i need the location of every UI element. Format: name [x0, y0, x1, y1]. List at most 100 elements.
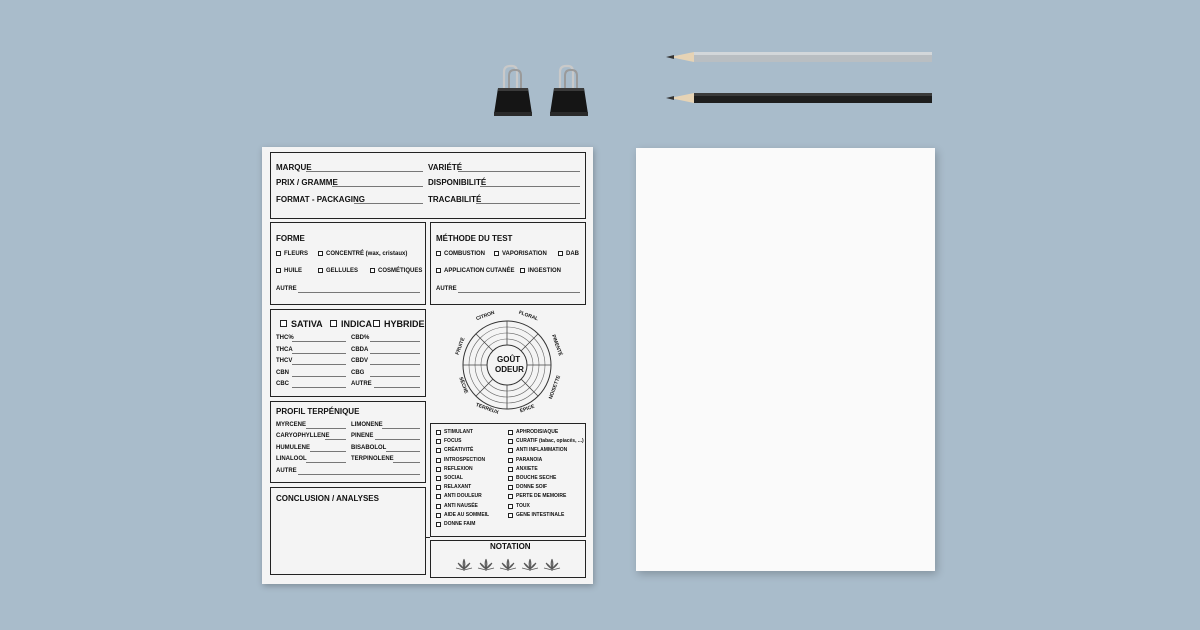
- effect-right-label-1: CURATIF (tabac, opiacés, ...): [516, 438, 584, 445]
- effect-right-checkbox-5[interactable]: [508, 476, 513, 481]
- wheel-center-gout: GOÛT: [497, 355, 521, 364]
- effect-left-checkbox-1[interactable]: [436, 439, 441, 445]
- forme-autre-line[interactable]: [298, 292, 420, 293]
- effect-left-checkbox-5[interactable]: [436, 476, 441, 481]
- effect-right-label-0: APHRODISIAQUE: [516, 429, 559, 435]
- format-line[interactable]: [354, 203, 423, 204]
- myrcene-label: MYRCENE: [276, 422, 307, 428]
- ingestion-label: INGESTION: [528, 268, 562, 274]
- cannabis-leaf-icon[interactable]: [477, 557, 495, 573]
- cbd-line[interactable]: [370, 341, 420, 342]
- effect-left-label-0: STIMULANT: [444, 429, 473, 435]
- linalool-line[interactable]: [306, 462, 346, 463]
- effect-right-checkbox-1[interactable]: [508, 439, 513, 445]
- effect-right-label-9: GENE INTESTINALE: [516, 511, 565, 518]
- dab-checkbox[interactable]: [558, 251, 563, 256]
- binder-clip-left: [490, 64, 536, 123]
- effect-left-checkbox-6[interactable]: [436, 485, 441, 491]
- terpene-autre-line[interactable]: [298, 474, 420, 475]
- limonene-line[interactable]: [382, 428, 420, 429]
- application-checkbox[interactable]: [436, 268, 441, 273]
- caryophyllene-label: CARYOPHYLLENE: [276, 433, 330, 439]
- effect-left-checkbox-7[interactable]: [436, 494, 441, 500]
- effect-right-checkbox-7[interactable]: [508, 494, 513, 500]
- effect-right-checkbox-3[interactable]: [508, 457, 513, 463]
- tracabilite-label: TRACABILITÉ: [428, 195, 482, 204]
- effect-left-checkbox-9[interactable]: [436, 512, 441, 518]
- wheel-center-odeur: ODEUR: [495, 365, 524, 374]
- thcv-label: THCV: [276, 358, 293, 364]
- cannabis-leaf-icon[interactable]: [521, 557, 539, 573]
- section-connector: [426, 537, 430, 539]
- gellules-checkbox[interactable]: [318, 268, 323, 273]
- cbda-line[interactable]: [370, 353, 420, 354]
- caryophyllene-line[interactable]: [325, 439, 346, 440]
- effect-left-checkbox-3[interactable]: [436, 457, 441, 463]
- blank-notebook: [636, 148, 935, 571]
- hybride-checkbox[interactable]: [373, 320, 380, 327]
- ingestion-checkbox[interactable]: [520, 268, 525, 273]
- effect-right-label-4: ANXIETE: [516, 465, 538, 472]
- effect-left-checkbox-10[interactable]: [436, 522, 441, 527]
- cannabis-leaf-icon[interactable]: [499, 557, 517, 573]
- effect-right-checkbox-4[interactable]: [508, 466, 513, 472]
- effect-left-checkbox-4[interactable]: [436, 466, 441, 472]
- effect-right-checkbox-6[interactable]: [508, 485, 513, 491]
- prix-line[interactable]: [332, 186, 423, 187]
- thc-line[interactable]: [292, 341, 346, 342]
- thca-label: THCA: [276, 347, 293, 353]
- cannabis-leaf-icon[interactable]: [455, 557, 473, 573]
- cannabis-leaf-icon[interactable]: [543, 557, 561, 573]
- effect-right-checkbox-0[interactable]: [508, 430, 513, 435]
- methode-autre-line[interactable]: [458, 292, 580, 293]
- concentre-checkbox[interactable]: [318, 251, 323, 256]
- fleurs-checkbox[interactable]: [276, 251, 281, 256]
- linalool-label: LINALOOL: [276, 456, 307, 462]
- effect-right-checkbox-9[interactable]: [508, 512, 513, 518]
- cosmetiques-checkbox[interactable]: [370, 268, 375, 273]
- bisabolol-line[interactable]: [386, 451, 420, 452]
- huile-checkbox[interactable]: [276, 268, 281, 273]
- terpinolene-line[interactable]: [393, 462, 420, 463]
- vaporisation-checkbox[interactable]: [494, 251, 499, 256]
- disponibilite-line[interactable]: [480, 186, 580, 187]
- cannabinoid-autre-line[interactable]: [374, 387, 420, 388]
- effect-left-checkbox-8[interactable]: [436, 503, 441, 509]
- pencil-grey: [664, 50, 934, 62]
- variete-line[interactable]: [458, 171, 580, 172]
- terpinolene-label: TERPINOLENE: [351, 456, 394, 462]
- cbg-line[interactable]: [370, 376, 420, 377]
- combustion-checkbox[interactable]: [436, 251, 441, 256]
- cosmetiques-label: COSMÉTIQUES: [378, 268, 423, 274]
- application-label: APPLICATION CUTANÉE: [444, 268, 515, 274]
- effect-left-checkbox-0[interactable]: [436, 430, 441, 435]
- marque-line[interactable]: [306, 171, 423, 172]
- conclusion-title: CONCLUSION / ANALYSES: [276, 494, 379, 503]
- fleurs-label: FLEURS: [284, 251, 308, 257]
- disponibilite-label: DISPONIBILITÉ: [428, 178, 487, 187]
- cbc-line[interactable]: [292, 387, 346, 388]
- myrcene-line[interactable]: [306, 428, 346, 429]
- bisabolol-label: BISABOLOL: [351, 445, 387, 451]
- cbdv-line[interactable]: [370, 364, 420, 365]
- forme-autre-label: AUTRE: [276, 286, 297, 292]
- methode-autre-label: AUTRE: [436, 286, 457, 292]
- indica-checkbox[interactable]: [330, 320, 337, 327]
- cbn-label: CBN: [276, 370, 289, 376]
- sativa-label: SATIVA: [291, 319, 323, 329]
- cannabinoid-autre-label: AUTRE: [351, 381, 372, 387]
- effect-right-checkbox-8[interactable]: [508, 503, 513, 509]
- thcv-line[interactable]: [292, 364, 346, 365]
- effect-left-label-2: CRÉATIVITÉ: [444, 447, 474, 454]
- effect-left-checkbox-2[interactable]: [436, 448, 441, 454]
- effect-right-checkbox-2[interactable]: [508, 448, 513, 454]
- tracabilite-line[interactable]: [476, 203, 580, 204]
- thca-line[interactable]: [292, 353, 346, 354]
- forme-title: FORME: [276, 234, 305, 243]
- cbn-line[interactable]: [292, 376, 346, 377]
- hybride-label: HYBRIDE: [384, 319, 425, 329]
- humulene-line[interactable]: [310, 451, 346, 452]
- pinene-line[interactable]: [375, 439, 420, 440]
- sativa-checkbox[interactable]: [280, 320, 287, 327]
- pinene-label: PINENE: [351, 433, 374, 439]
